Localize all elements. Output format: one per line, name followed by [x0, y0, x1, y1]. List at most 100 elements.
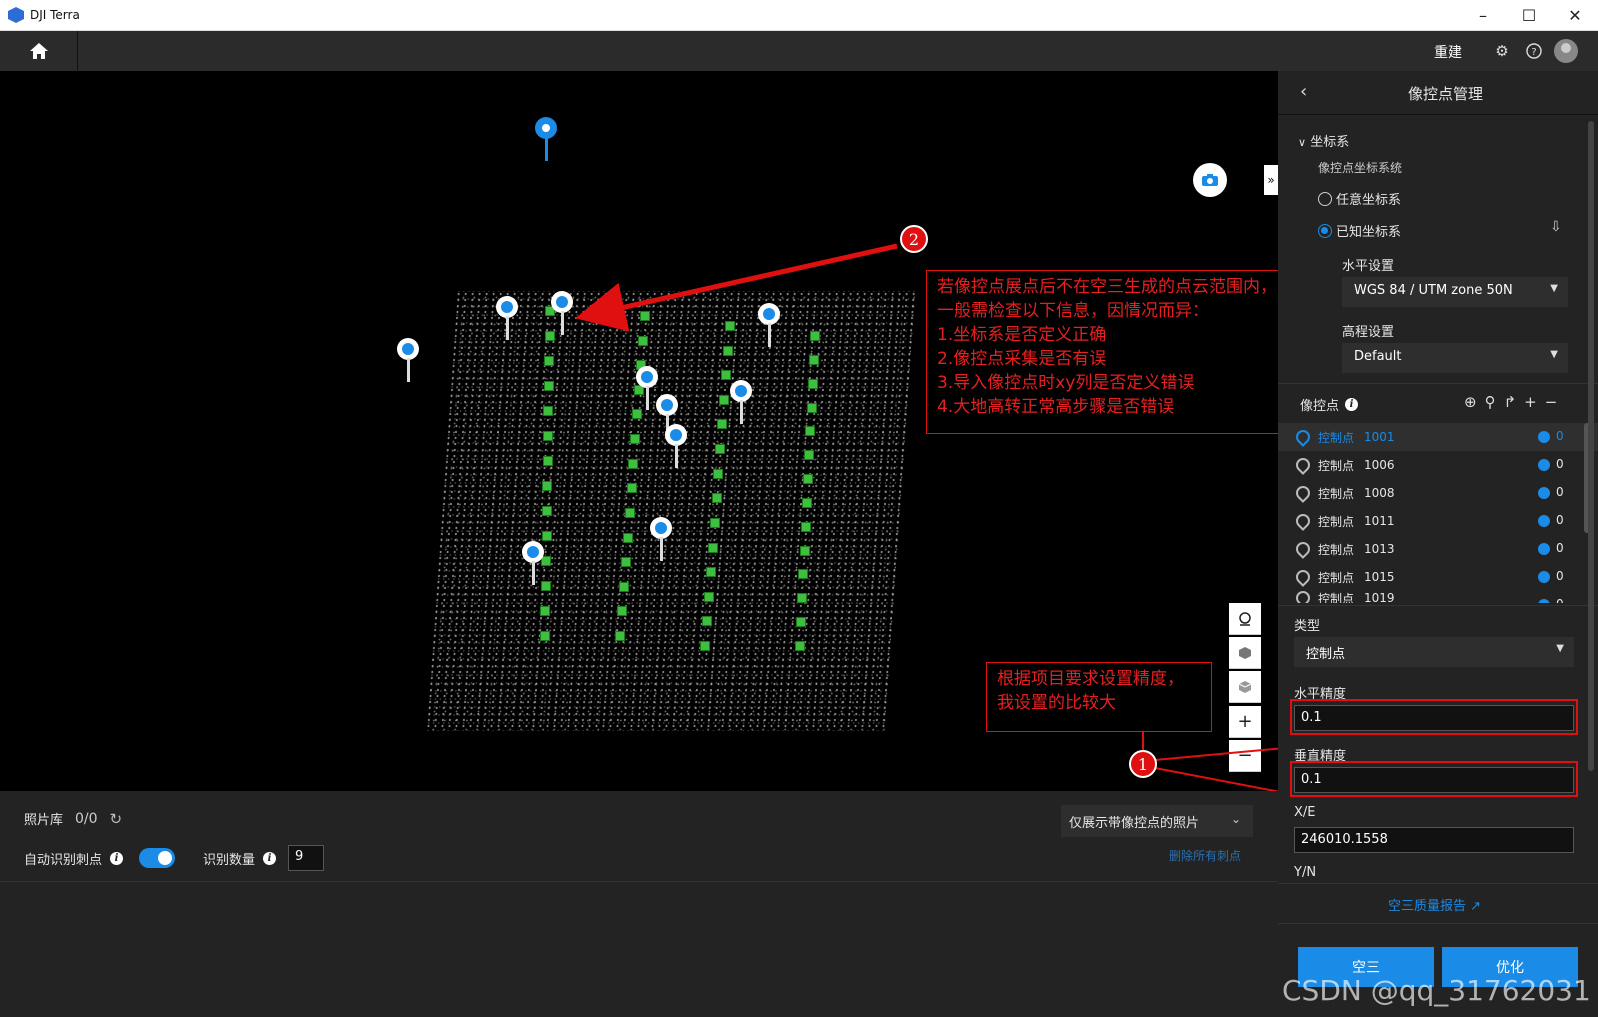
divider: [0, 881, 1278, 882]
annotation-note-1: 根据项目要求设置精度， 我设置的比较大: [986, 662, 1212, 732]
annotation-line: 根据项目要求设置精度，: [997, 669, 1184, 689]
gcp-id: 1011: [1364, 514, 1395, 528]
annotation-line: 4.大地高转正常高步骤是否错误: [937, 397, 1175, 417]
gcp-type: 控制点: [1318, 458, 1355, 473]
horizontal-setting-label: 水平设置: [1342, 259, 1395, 274]
list-item[interactable]: 控制点 1013 0: [1278, 535, 1598, 563]
xe-label: X/E: [1294, 805, 1316, 820]
gcp-count: 0: [1556, 541, 1564, 555]
quality-report-label: 空三质量报告: [1388, 899, 1467, 914]
panel-scrollbar[interactable]: [1588, 121, 1594, 771]
import-prj-icon[interactable]: ⇩: [1550, 219, 1562, 235]
check-icon: [1538, 459, 1550, 471]
caret-down-icon: ▼: [1556, 643, 1564, 654]
radio-icon: [1318, 192, 1332, 206]
photo-filter-select[interactable]: 仅展示带像控点的照片 ⌄: [1061, 805, 1253, 837]
auto-detect-toggle[interactable]: [139, 848, 176, 868]
location-pin-icon: [1293, 591, 1313, 603]
quality-report-link[interactable]: 空三质量报告 ↗: [1388, 895, 1481, 914]
annotation-highlight: [1290, 699, 1578, 735]
photo-count: 0/0: [75, 810, 98, 827]
gcp-type: 控制点: [1318, 514, 1355, 529]
delete-all-points-link[interactable]: 删除所有刺点: [1169, 847, 1241, 864]
remove-icon[interactable]: −: [1545, 393, 1558, 411]
check-icon: [1538, 599, 1550, 603]
divider: [1278, 605, 1598, 606]
elevation-setting-label: 高程设置: [1342, 325, 1395, 340]
horizontal-coord-select[interactable]: WGS 84 / UTM zone 50N ▼: [1342, 277, 1568, 307]
gcp-type: 控制点: [1318, 486, 1355, 501]
info-icon[interactable]: i: [1345, 398, 1359, 411]
list-item[interactable]: 控制点 1011 0: [1278, 507, 1598, 535]
search-gcp-icon[interactable]: ⊕: [1464, 393, 1477, 411]
annotation-line: 1.坐标系是否定义正确: [937, 325, 1107, 345]
detect-count-label: 识别数量: [203, 852, 256, 868]
gcp-count: 0: [1556, 513, 1564, 527]
info-icon[interactable]: i: [110, 851, 124, 865]
list-item[interactable]: 控制点 1015 0: [1278, 563, 1598, 591]
list-item[interactable]: 控制点 1019 0: [1278, 591, 1598, 603]
add-icon[interactable]: +: [1524, 393, 1537, 411]
location-pin-icon: [1293, 427, 1313, 447]
annotation-line: 我设置的比较大: [997, 693, 1116, 713]
gcp-type: 控制点: [1318, 591, 1355, 604]
radio-checked-icon: [1318, 224, 1332, 238]
gcp-count: 0: [1556, 597, 1564, 603]
gcp-label: 像控点: [1300, 399, 1340, 414]
gcp-count: 0: [1556, 485, 1564, 499]
gcp-count: 0: [1556, 457, 1564, 471]
gcp-type: 控制点: [1318, 542, 1355, 557]
auto-detect-label: 自动识别刺点: [24, 852, 103, 868]
horizontal-coord-value: WGS 84 / UTM zone 50N: [1354, 283, 1513, 298]
annotation-note-2: 若像控点展点后不在空三生成的点云范围内， 一般需检查以下信息，因情况而异： 1.…: [926, 270, 1316, 434]
gcp-type: 控制点: [1318, 430, 1355, 445]
gcp-management-panel: ‹ 像控点管理 ∨ 坐标系 像控点坐标系统 任意坐标系 已知坐标系 ⇩ 水平设置…: [1278, 71, 1598, 1017]
elevation-select[interactable]: Default ▼: [1342, 343, 1568, 373]
annotation-line: 3.导入像控点时xy列是否定义错误: [937, 373, 1195, 393]
gcp-id: 1015: [1364, 570, 1395, 584]
yn-label: Y/N: [1294, 865, 1317, 880]
gcp-type: 控制点: [1318, 570, 1355, 585]
check-icon: [1538, 487, 1550, 499]
gcp-list-header: 像控点 i: [1300, 395, 1359, 414]
caret-down-icon: ▼: [1550, 283, 1558, 294]
divider: [1278, 883, 1598, 884]
gcp-id: 1008: [1364, 486, 1395, 500]
export-icon[interactable]: ↱: [1504, 393, 1517, 411]
gcp-type-select[interactable]: 控制点 ▼: [1294, 637, 1574, 667]
known-coord-radio[interactable]: 已知坐标系: [1318, 221, 1401, 240]
arbitrary-coord-radio[interactable]: 任意坐标系: [1318, 189, 1401, 208]
location-pin-icon: [1293, 483, 1313, 503]
detect-count-input[interactable]: 9: [288, 845, 325, 871]
location-pin-icon: [1293, 539, 1313, 559]
refresh-icon[interactable]: ↻: [110, 810, 123, 828]
location-pin-icon: [1293, 455, 1313, 475]
filter-gcp-icon[interactable]: ⚲: [1485, 393, 1496, 411]
chevron-down-icon: ∨: [1298, 136, 1307, 149]
coord-section-label: 坐标系: [1310, 135, 1350, 150]
elevation-value: Default: [1354, 349, 1402, 364]
annotation-number-1: 1: [1129, 750, 1157, 778]
photo-library-label: 照片库: [24, 813, 64, 828]
gcp-count: 0: [1556, 569, 1564, 583]
gcp-id: 1019: [1364, 591, 1395, 603]
arbitrary-coord-label: 任意坐标系: [1336, 193, 1402, 208]
divider: [1278, 383, 1598, 384]
photo-library-panel: 照片库 0/0 ↻ 自动识别刺点 i 识别数量 i 9 仅展示带像控点的照片 ⌄…: [0, 791, 1278, 1017]
photo-filter-value: 仅展示带像控点的照片: [1069, 815, 1200, 831]
list-item[interactable]: 控制点 1008 0: [1278, 479, 1598, 507]
coord-section-header[interactable]: ∨ 坐标系: [1298, 131, 1349, 150]
divider: [1278, 923, 1598, 924]
gcp-coord-system-label: 像控点坐标系统: [1318, 161, 1403, 175]
type-label: 类型: [1294, 619, 1321, 634]
info-icon[interactable]: i: [263, 851, 277, 865]
list-item[interactable]: 控制点 1001 0: [1278, 423, 1598, 451]
gcp-tools: ⊕ ⚲ ↱ + −: [1464, 393, 1557, 411]
list-item[interactable]: 控制点 1006 0: [1278, 451, 1598, 479]
annotation-line: 一般需检查以下信息，因情况而异：: [937, 301, 1209, 321]
annotation-highlight: [1290, 761, 1578, 797]
gcp-id: 1006: [1364, 458, 1395, 472]
xe-input[interactable]: 246010.1558: [1294, 827, 1574, 853]
back-arrow-icon[interactable]: ‹: [1300, 81, 1307, 102]
check-icon: [1538, 431, 1550, 443]
